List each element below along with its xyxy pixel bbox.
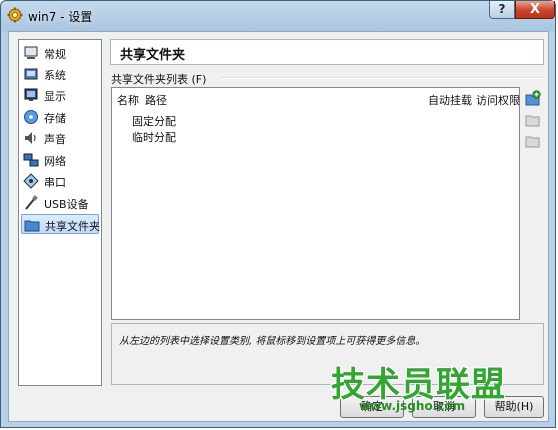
- sidebar-item-usb[interactable]: USB设备: [21, 193, 99, 213]
- sidebar-item-system[interactable]: 系统: [21, 64, 99, 84]
- list-item-transient-folders[interactable]: 临时分配: [132, 129, 176, 145]
- column-header-access[interactable]: 访问权限: [476, 92, 520, 108]
- edit-folder-icon[interactable]: [524, 111, 541, 128]
- sidebar-item-general[interactable]: 常规: [21, 43, 99, 63]
- system-icon: [24, 68, 38, 80]
- window-title: win7 - 设置: [28, 10, 93, 24]
- watermark: 技术员联盟 www.jsgho.com: [319, 357, 519, 417]
- remove-folder-icon[interactable]: [524, 132, 541, 149]
- watermark-url: www.jsgho.com: [359, 399, 466, 413]
- general-icon: [24, 46, 38, 59]
- sidebar-item-storage[interactable]: 存储: [21, 107, 99, 127]
- serial-port-icon: [23, 173, 39, 189]
- shared-folder-icon: [24, 220, 40, 232]
- storage-icon: [24, 110, 38, 124]
- shared-folders-list[interactable]: 名称 路径 自动挂载 访问权限 固定分配 临时分配: [111, 87, 520, 320]
- audio-icon: [25, 132, 36, 144]
- column-header-name[interactable]: 名称: [117, 92, 139, 108]
- help-title-button[interactable]: ?: [489, 1, 515, 19]
- column-header-auto-mount[interactable]: 自动挂载: [428, 92, 472, 108]
- list-item-machine-folders[interactable]: 固定分配: [132, 113, 176, 129]
- sidebar-item-display[interactable]: 显示: [21, 85, 99, 105]
- sidebar-item-network[interactable]: 网络: [21, 150, 99, 170]
- settings-category-list: 常规 系统 显示 存储 声音 网络 串口 USB设备 共享文件夹: [18, 39, 102, 386]
- sidebar-item-shared-folders[interactable]: 共享文件夹: [21, 214, 100, 234]
- gear-icon: [7, 7, 23, 23]
- network-icon: [23, 153, 39, 167]
- title-bar[interactable]: win7 - 设置 ? X: [1, 1, 555, 31]
- display-icon: [24, 88, 38, 101]
- sidebar-item-audio[interactable]: 声音: [21, 128, 99, 148]
- add-folder-icon[interactable]: [524, 90, 541, 107]
- shared-folders-list-label: 共享文件夹列表 (F): [111, 73, 207, 86]
- section-divider: [221, 77, 544, 79]
- usb-icon: [25, 195, 38, 210]
- sidebar-item-serial-port[interactable]: 串口: [21, 171, 99, 191]
- page-title: 共享文件夹: [120, 48, 186, 63]
- column-header-path[interactable]: 路径: [145, 92, 167, 108]
- info-text: 从左边的列表中选择设置类别, 将鼠标移到设置项上可获得更多信息。: [119, 336, 426, 347]
- page-title-box: 共享文件夹: [110, 39, 544, 65]
- settings-window: win7 - 设置 ? X 常规 系统 显示 存储 声音 网络 串口 USB设备…: [0, 0, 556, 428]
- close-button[interactable]: X: [515, 1, 555, 19]
